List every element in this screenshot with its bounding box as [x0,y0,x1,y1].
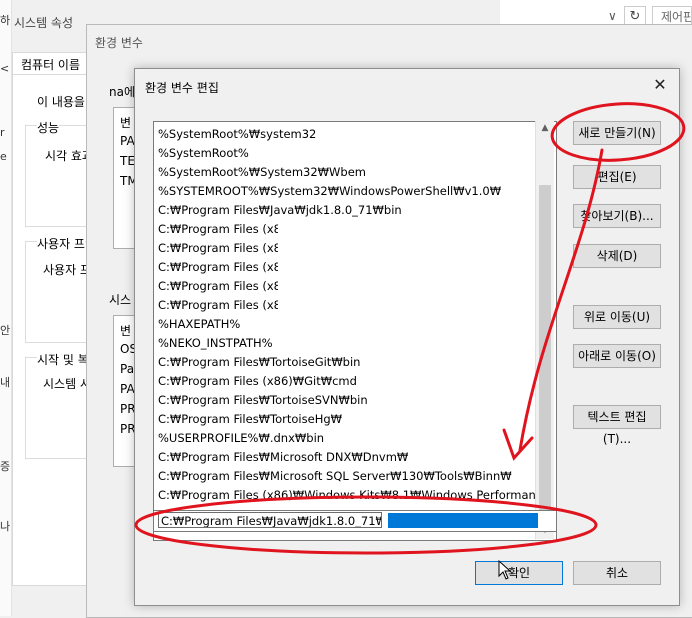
edit-environment-variable-dialog: 환경 변수 편집 ✕ %SystemRoot%₩system32 %System… [134,68,680,606]
path-item[interactable]: C:₩Program Files (x86 [158,296,278,315]
path-item[interactable]: C:₩Program Files (x86 [158,220,278,239]
left-edge-glyph: < [0,62,10,75]
path-item[interactable]: C:₩Program Files₩Microsoft DNX₩Dnvm₩ [158,448,408,467]
path-item[interactable]: %SystemRoot%₩System32₩Wbem [158,163,366,182]
scroll-up-icon[interactable]: ▲ [536,123,554,133]
left-edge-glyph: 나 [0,520,11,533]
move-up-button[interactable]: 위로 이동(U) [573,305,661,329]
dialog-title: 환경 변수 편집 [145,81,219,95]
path-item[interactable]: C:₩Program Files₩TortoiseHg₩ [158,410,342,429]
path-item[interactable]: C:₩Program Files₩TortoiseGit₩bin [158,353,360,372]
new-button[interactable]: 새로 만들기(N) [573,121,661,145]
left-edge-glyph: 증 [0,460,11,473]
list-item: 변 [120,324,132,338]
selection-highlight [388,513,538,528]
path-edit-row[interactable]: C:₩Program Files₩Java₩jdk1.8.0_71₩bin [153,510,557,532]
path-item[interactable]: %SystemRoot% [158,144,249,163]
path-item[interactable]: %NEKO_INSTPATH% [158,334,273,353]
path-item[interactable]: C:₩Program Files (x86 [158,277,278,296]
dropdown-icon[interactable]: ∨ [608,9,617,23]
path-item[interactable]: C:₩Program Files (x86 [158,258,278,277]
path-item[interactable]: %SYSTEMROOT%₩System32₩WindowsPowerShell₩… [158,182,501,201]
path-item[interactable]: C:₩Program Files (x86)₩Windows Kits₩8.1₩… [158,486,549,505]
path-item[interactable]: %HAXEPATH% [158,315,240,334]
path-list[interactable]: %SystemRoot%₩system32 %SystemRoot% %Syst… [153,121,557,541]
user-variables-label: na에 [109,85,135,99]
left-edge-glyph: 안 [0,324,11,337]
startup-group-label: 시작 및 복 [37,351,89,368]
user-profile-text: 사용자 프 [43,263,91,277]
performance-group-label: 성능 [37,119,60,136]
scrollbar-thumb[interactable] [539,185,551,521]
startup-text: 시스템 시 [43,377,91,391]
cancel-button[interactable]: 취소 [573,561,661,585]
left-edge-glyph: e [0,150,7,163]
path-item[interactable]: C:₩Program Files₩TortoiseSVN₩bin [158,391,368,410]
environment-variables-title: 환경 변수 [95,36,143,50]
close-icon[interactable]: ✕ [649,75,671,97]
edit-button[interactable]: 편집(E) [573,165,661,189]
browse-button[interactable]: 찾아보기(B)... [573,204,661,228]
list-item: PA [120,134,135,148]
edit-text-button[interactable]: 텍스트 편집(T)... [573,405,661,446]
list-item: TE [120,154,135,168]
system-properties-title: 시스템 속성 [14,16,74,30]
tab-computer-name-label: 컴퓨터 이름 [21,58,81,72]
path-item[interactable]: C:₩Program Files (x86 [158,239,278,258]
path-item[interactable]: %USERPROFILE%₩.dnx₩bin [158,429,324,448]
list-item: Pa [120,362,135,376]
path-item[interactable]: C:₩Program Files (x86)₩Git₩cmd [158,372,357,391]
list-item: 변 [120,116,132,130]
left-edge-strip: 하 < r e 안 내 증 나 [0,0,12,616]
left-edge-glyph: r [0,126,5,139]
admin-note: 이 내용을 [37,95,85,109]
path-item[interactable]: C:₩Program Files₩Java₩jdk1.8.0_71₩bin [158,201,402,220]
list-scrollbar[interactable]: ▲ ▼ [535,121,554,539]
user-profile-group-label: 사용자 프 [37,235,85,252]
path-edit-input[interactable]: C:₩Program Files₩Java₩jdk1.8.0_71₩bin [158,512,382,528]
ok-button[interactable]: 확인 [475,561,563,585]
path-item[interactable]: C:₩Program Files₩Microsoft SQL Server₩13… [158,467,512,486]
mouse-cursor-icon [498,560,512,580]
left-edge-glyph: 하 [0,14,11,27]
system-variables-label: 시스 [109,293,132,307]
move-down-button[interactable]: 아래로 이동(O) [573,344,661,368]
control-panel-search[interactable]: 제어판 [652,6,692,26]
list-item: PA [120,382,135,396]
left-edge-glyph: 내 [0,376,11,389]
delete-button[interactable]: 삭제(D) [573,244,661,268]
path-item[interactable]: %SystemRoot%₩system32 [158,125,316,144]
